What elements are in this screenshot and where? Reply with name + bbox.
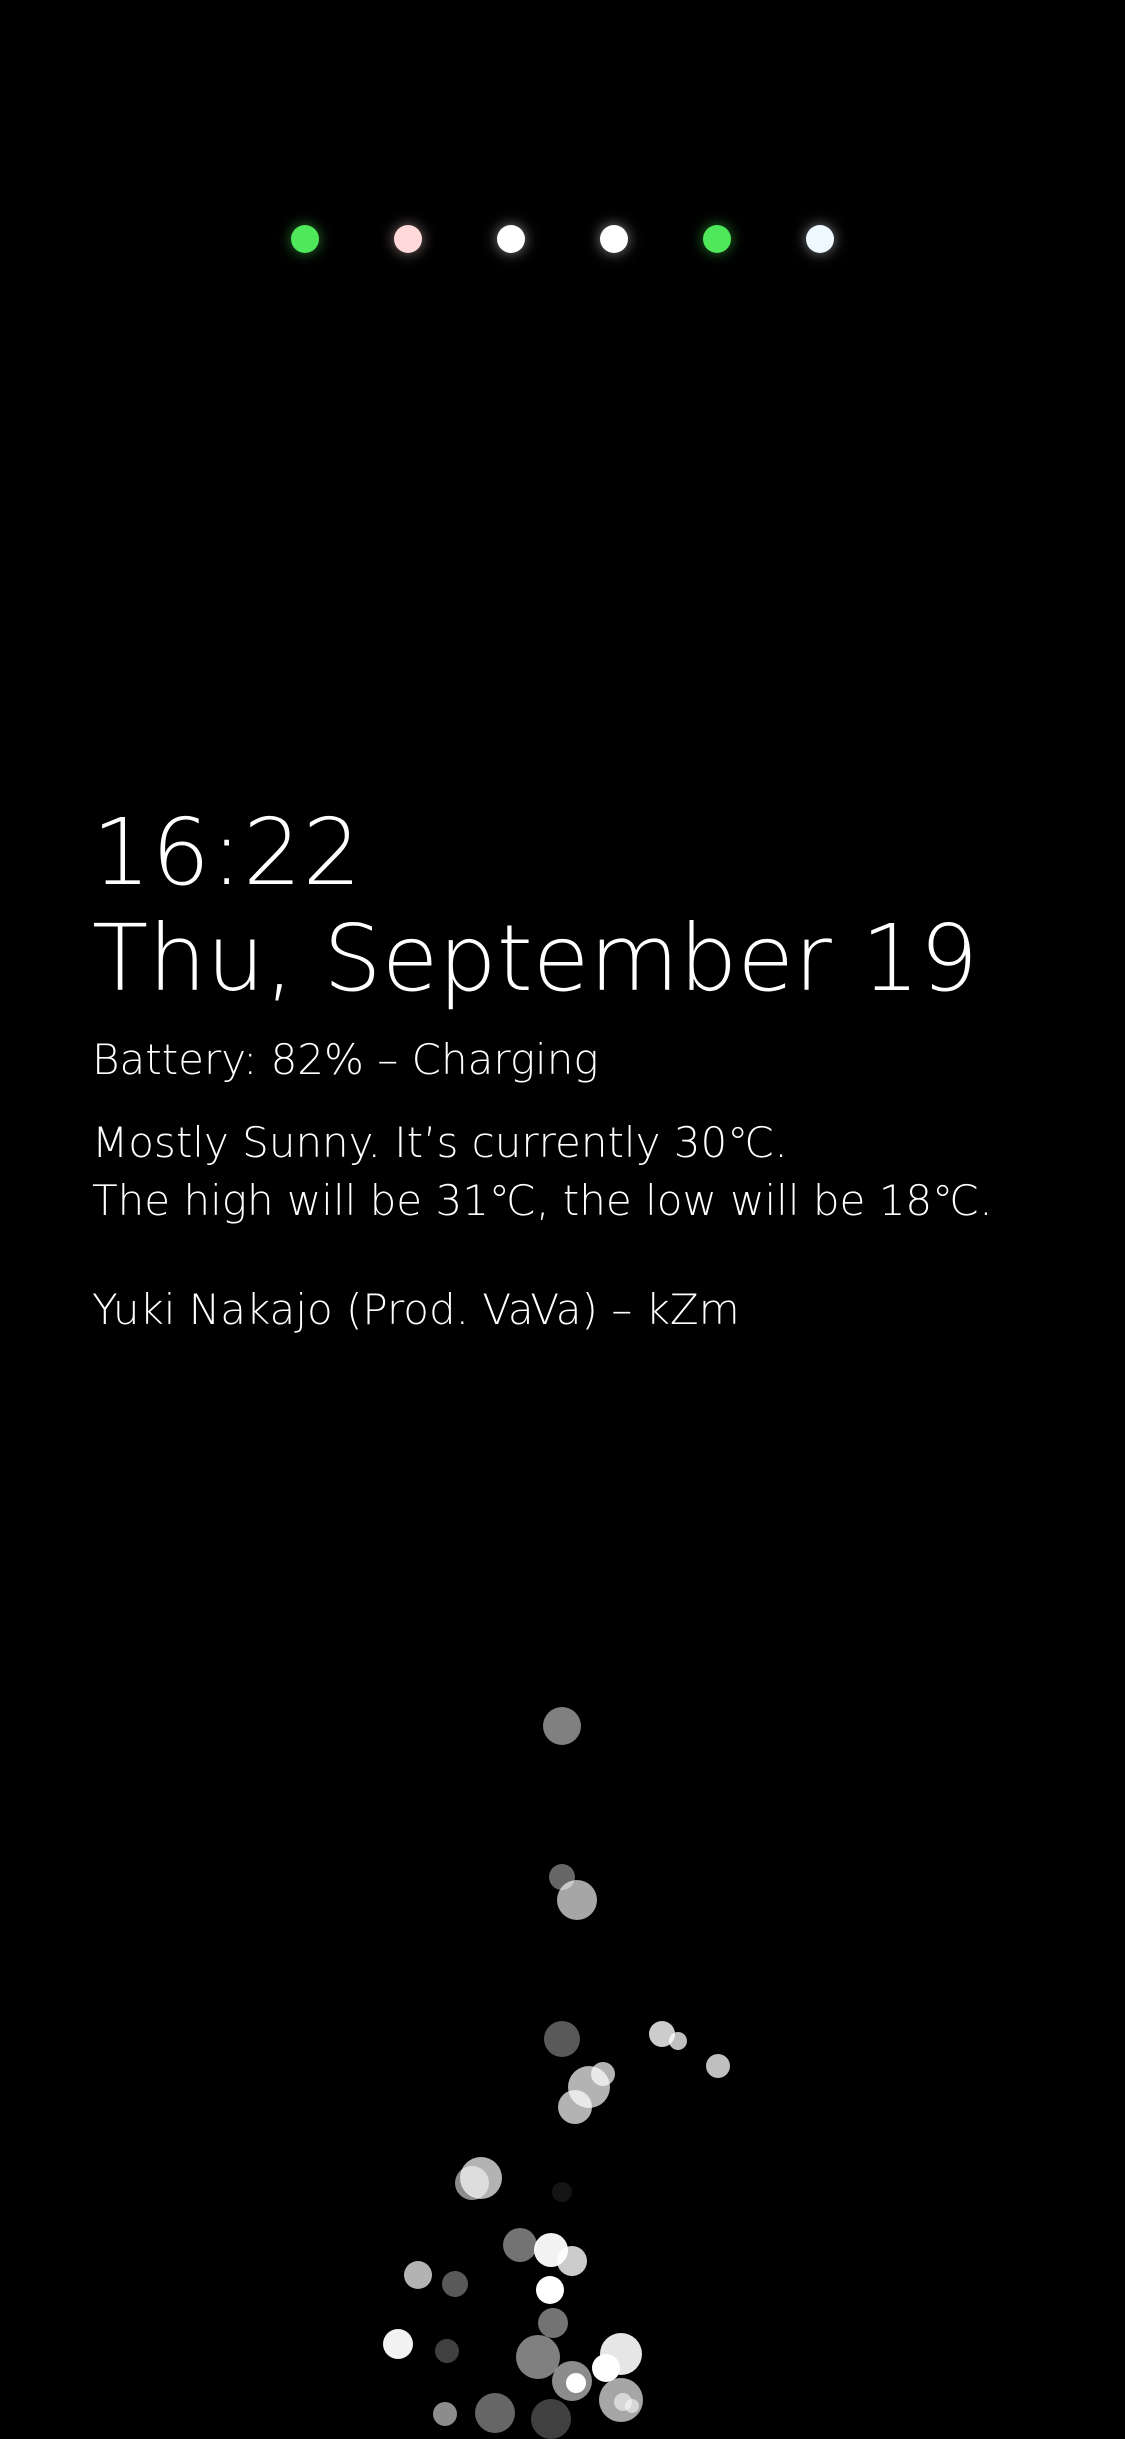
- charging-bubble: [460, 2157, 502, 2199]
- charging-bubble: [558, 2090, 592, 2124]
- charging-bubble: [516, 2335, 560, 2379]
- charging-bubble: [600, 2333, 642, 2375]
- charging-bubble: [383, 2329, 413, 2359]
- now-playing[interactable]: Yuki Nakajo (Prod. VaVa) – kZm: [92, 1284, 1092, 1336]
- always-on-display: 16:22 Thu, September 19 Battery: 82% – C…: [0, 0, 1125, 2439]
- charging-bubble: [552, 2182, 572, 2202]
- weather-line-current: Mostly Sunny. It’s currently 30℃.: [92, 1118, 788, 1167]
- charging-bubble: [591, 2062, 615, 2086]
- charging-bubble: [649, 2021, 675, 2047]
- charging-bubble: [568, 2066, 610, 2108]
- charging-bubble: [706, 2054, 730, 2078]
- charging-bubble: [534, 2233, 568, 2267]
- notification-dot-icon[interactable]: [394, 225, 422, 253]
- charging-bubble: [455, 2166, 489, 2200]
- charging-bubble: [404, 2261, 432, 2289]
- battery-status: Battery: 82% – Charging: [92, 1035, 599, 1084]
- charging-bubble: [543, 1707, 581, 1745]
- weather-summary: Mostly Sunny. It’s currently 30℃. The hi…: [92, 1114, 1092, 1230]
- charging-bubble: [549, 1864, 575, 1890]
- charging-bubble: [503, 2228, 537, 2262]
- charging-bubble: [557, 1880, 597, 1920]
- notification-dot-icon[interactable]: [497, 225, 525, 253]
- charging-bubble: [442, 2271, 468, 2297]
- info-panel: 16:22 Thu, September 19 Battery: 82% – C…: [92, 800, 1092, 1336]
- charging-bubble: [592, 2354, 620, 2382]
- charging-bubble: [538, 2308, 568, 2338]
- clock-time: 16:22: [92, 799, 363, 906]
- charging-bubble: [435, 2339, 459, 2363]
- charging-bubble: [552, 2361, 592, 2401]
- notification-icons-row: [0, 225, 1125, 255]
- charging-bubble: [614, 2393, 632, 2411]
- charging-bubble: [475, 2393, 515, 2433]
- weather-line-forecast: The high will be 31℃, the low will be 18…: [92, 1176, 993, 1225]
- notification-dot-icon[interactable]: [600, 225, 628, 253]
- notification-dot-icon[interactable]: [703, 225, 731, 253]
- charging-bubble: [531, 2399, 571, 2439]
- notification-dot-icon[interactable]: [806, 225, 834, 253]
- charging-bubble: [566, 2373, 586, 2393]
- clock-date: Thu, September 19: [92, 905, 979, 1012]
- charging-bubble: [669, 2032, 687, 2050]
- notification-dot-icon[interactable]: [291, 225, 319, 253]
- charging-bubble: [536, 2276, 564, 2304]
- charging-bubble: [599, 2378, 643, 2422]
- charging-bubble: [557, 2246, 587, 2276]
- charging-bubble: [625, 2399, 639, 2413]
- charging-bubble: [544, 2021, 580, 2057]
- charging-bubble: [433, 2402, 457, 2426]
